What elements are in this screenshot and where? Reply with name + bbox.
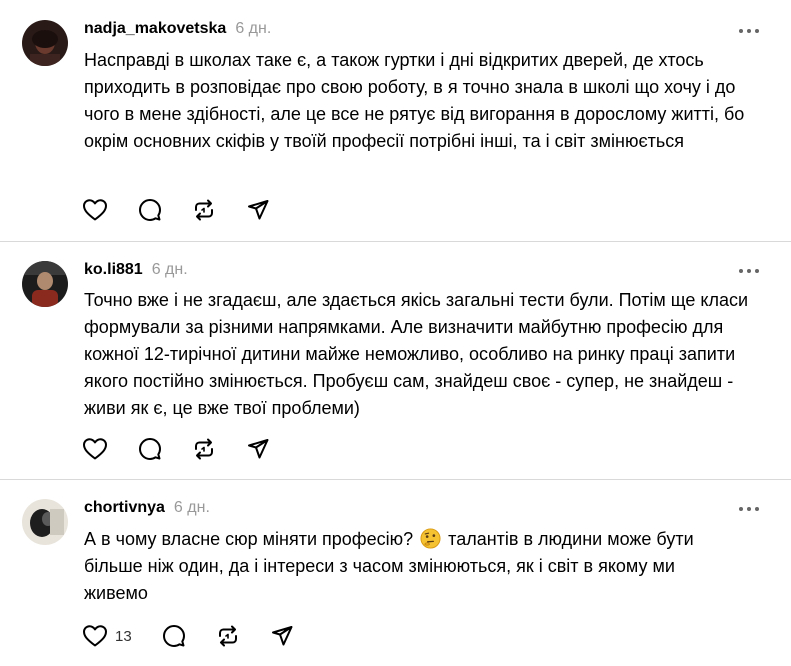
send-icon — [271, 626, 293, 646]
more-icon[interactable] — [739, 499, 759, 519]
timestamp[interactable]: 6 дн. — [152, 261, 188, 279]
repost-icon — [218, 625, 237, 647]
post-text: А в чому власне сюр міняти професію? тал… — [84, 526, 711, 607]
username[interactable]: chortivnya — [84, 499, 165, 517]
post-header: nadja_makovetska 6 дн. — [84, 20, 271, 42]
like-button[interactable] — [82, 435, 108, 463]
repost-button[interactable] — [216, 622, 240, 650]
like-button[interactable]: 13 — [82, 622, 132, 650]
post-text: Точно вже і не згадаєш, але здається які… — [84, 290, 749, 418]
avatar[interactable] — [22, 261, 68, 307]
comment-bubble-icon — [139, 199, 161, 221]
post: chortivnya 6 дн. А в чому власне сюр мін… — [0, 480, 791, 666]
share-button[interactable] — [270, 622, 294, 650]
action-bar — [82, 435, 300, 463]
replies-feed: nadja_makovetska 6 дн. Насправді в школа… — [0, 0, 791, 666]
send-icon — [248, 200, 269, 220]
comment-bubble-icon — [162, 625, 185, 647]
like-button[interactable] — [82, 196, 108, 224]
post-header: chortivnya 6 дн. — [84, 499, 210, 521]
send-icon — [248, 439, 269, 459]
avatar[interactable] — [22, 499, 68, 545]
reply-button[interactable] — [138, 435, 162, 463]
repost-button[interactable] — [192, 196, 216, 224]
username[interactable]: ko.li881 — [84, 261, 143, 279]
share-button[interactable] — [246, 196, 270, 224]
post-text: Насправді в школах таке є, а також гуртк… — [84, 50, 745, 151]
heart-icon — [83, 625, 107, 647]
post: ko.li881 6 дн. Точно вже і не згадаєш, а… — [0, 242, 791, 480]
reply-button[interactable] — [138, 196, 162, 224]
more-icon[interactable] — [739, 261, 759, 281]
repost-icon — [195, 199, 213, 221]
like-count: 13 — [115, 627, 132, 645]
post-header: ko.li881 6 дн. — [84, 261, 188, 283]
reply-button[interactable] — [162, 622, 186, 650]
comment-bubble-icon — [139, 438, 161, 460]
repost-button[interactable] — [192, 435, 216, 463]
action-bar: 13 — [82, 622, 324, 650]
thinking-face-icon — [420, 528, 441, 549]
username[interactable]: nadja_makovetska — [84, 20, 226, 38]
avatar[interactable] — [22, 20, 68, 66]
heart-icon — [83, 438, 107, 460]
action-bar — [82, 196, 300, 224]
timestamp[interactable]: 6 дн. — [174, 499, 210, 517]
share-button[interactable] — [246, 435, 270, 463]
heart-icon — [83, 199, 107, 221]
timestamp[interactable]: 6 дн. — [235, 20, 271, 38]
repost-icon — [195, 438, 213, 460]
post-text-part: А в чому власне сюр міняти професію? — [84, 529, 414, 549]
more-icon[interactable] — [739, 21, 759, 41]
post: nadja_makovetska 6 дн. Насправді в школа… — [0, 0, 791, 242]
